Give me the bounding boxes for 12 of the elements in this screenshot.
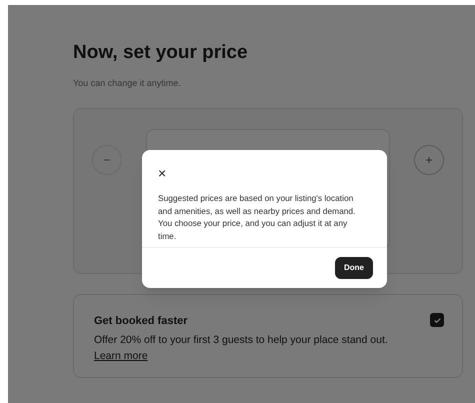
close-button[interactable]: × xyxy=(158,166,166,180)
promo-text: Offer 20% off to your first 3 guests to help your place stand out. xyxy=(94,332,388,348)
page-subtitle: You can change it anytime. xyxy=(73,76,182,90)
promo-title: Get booked faster xyxy=(94,314,189,330)
promo-checkbox[interactable] xyxy=(430,313,444,328)
decrease-button[interactable]: − xyxy=(92,145,122,176)
check-icon xyxy=(432,316,442,325)
page-title: Now, set your price xyxy=(73,41,249,65)
learn-more-link[interactable]: Learn more xyxy=(94,348,148,364)
dialog-text: Suggested prices are based on your listing's location and amenities, as well as nearby prices and demand. You choose your price, and you can adjust it at any time. xyxy=(158,192,356,242)
increase-button[interactable]: + xyxy=(414,145,444,176)
done-button[interactable]: Done xyxy=(335,257,373,279)
